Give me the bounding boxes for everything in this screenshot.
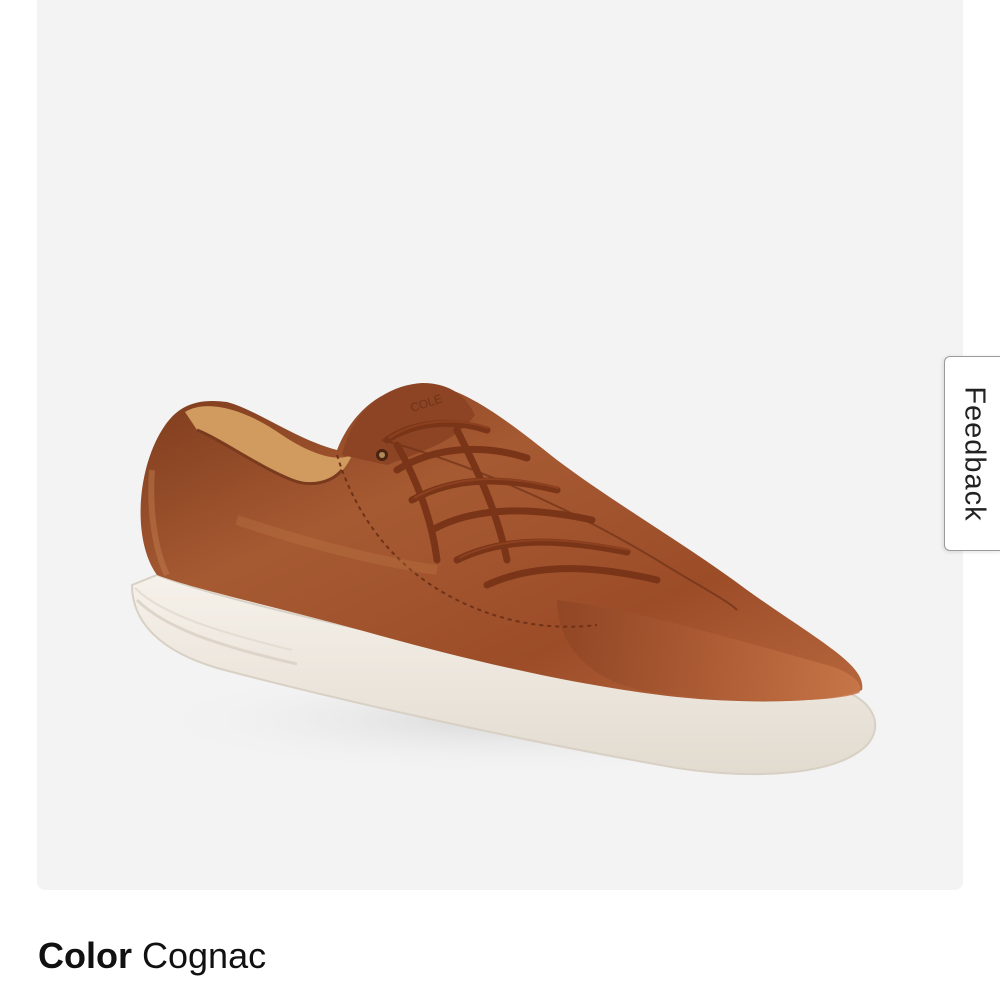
color-label: Color: [38, 935, 132, 976]
product-image[interactable]: COLE: [37, 0, 963, 890]
color-value: Cognac: [142, 935, 267, 976]
product-page: COLE Feedback Color Cognac: [0, 0, 1000, 1000]
color-selector: Color Cognac: [38, 932, 266, 980]
sneaker-image-icon: COLE: [130, 383, 897, 776]
feedback-label: Feedback: [958, 385, 990, 522]
feedback-button[interactable]: Feedback: [944, 356, 1000, 551]
